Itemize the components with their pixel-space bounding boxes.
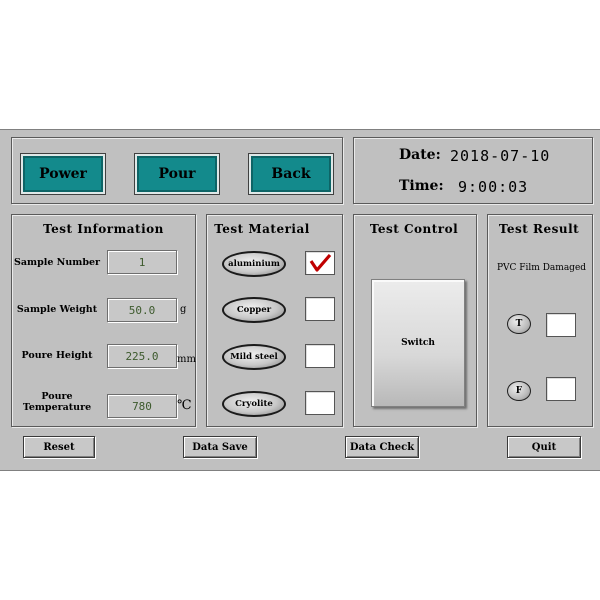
power-button[interactable]: Power xyxy=(20,153,106,195)
material-cryolite-button[interactable]: Cryolite xyxy=(222,391,286,417)
material-copper-button[interactable]: Copper xyxy=(222,297,286,323)
material-aluminium-button[interactable]: aluminium xyxy=(222,251,286,277)
time-value: 9:00:03 xyxy=(458,178,529,196)
result-f-indicator xyxy=(546,377,576,401)
poure-height-field[interactable]: 225.0 xyxy=(107,344,177,368)
back-button[interactable]: Back xyxy=(248,153,334,195)
material-mild-steel-checkbox[interactable] xyxy=(305,344,335,368)
poure-temperature-unit: ℃ xyxy=(177,398,192,413)
reset-button[interactable]: Reset xyxy=(23,436,95,458)
result-t-button[interactable]: T xyxy=(507,314,531,334)
time-label: Time: xyxy=(399,178,444,194)
checkmark-icon xyxy=(309,253,332,272)
test-result-status: PVC Film Damaged xyxy=(497,263,587,273)
poure-temperature-label-line2: Temperature xyxy=(22,402,92,413)
data-check-button[interactable]: Data Check xyxy=(345,436,419,458)
sample-weight-field[interactable]: 50.0 xyxy=(107,298,177,322)
test-material-title: Test Material xyxy=(214,222,310,236)
pour-button[interactable]: Pour xyxy=(134,153,220,195)
material-aluminium-checkbox[interactable] xyxy=(305,251,335,275)
date-value: 2018-07-10 xyxy=(450,147,551,165)
quit-button[interactable]: Quit xyxy=(507,436,581,458)
test-information-title: Test Information xyxy=(43,222,164,236)
poure-temperature-field[interactable]: 780 xyxy=(107,394,177,418)
app-window: Power Pour Back Date: 2018-07-10 Time: 9… xyxy=(0,129,600,471)
sample-number-label: Sample Number xyxy=(14,257,101,268)
result-t-indicator xyxy=(546,313,576,337)
sample-number-field[interactable]: 1 xyxy=(107,250,177,274)
material-cryolite-checkbox[interactable] xyxy=(305,391,335,415)
sample-weight-label: Sample Weight xyxy=(16,304,98,315)
poure-temperature-label-line1: Poure xyxy=(41,391,73,402)
test-control-title: Test Control xyxy=(369,222,459,236)
poure-temperature-label: Poure Temperature xyxy=(14,391,100,413)
test-result-panel xyxy=(487,214,593,427)
switch-button[interactable]: Switch xyxy=(371,279,465,407)
test-result-title: Test Result xyxy=(498,222,580,236)
material-copper-checkbox[interactable] xyxy=(305,297,335,321)
poure-height-unit: mm xyxy=(177,354,196,365)
date-label: Date: xyxy=(399,147,441,163)
data-save-button[interactable]: Data Save xyxy=(183,436,257,458)
sample-weight-unit: g xyxy=(180,304,187,315)
result-f-button[interactable]: F xyxy=(507,381,531,401)
poure-height-label: Poure Height xyxy=(21,350,93,361)
material-mild-steel-button[interactable]: Mild steel xyxy=(222,344,286,370)
